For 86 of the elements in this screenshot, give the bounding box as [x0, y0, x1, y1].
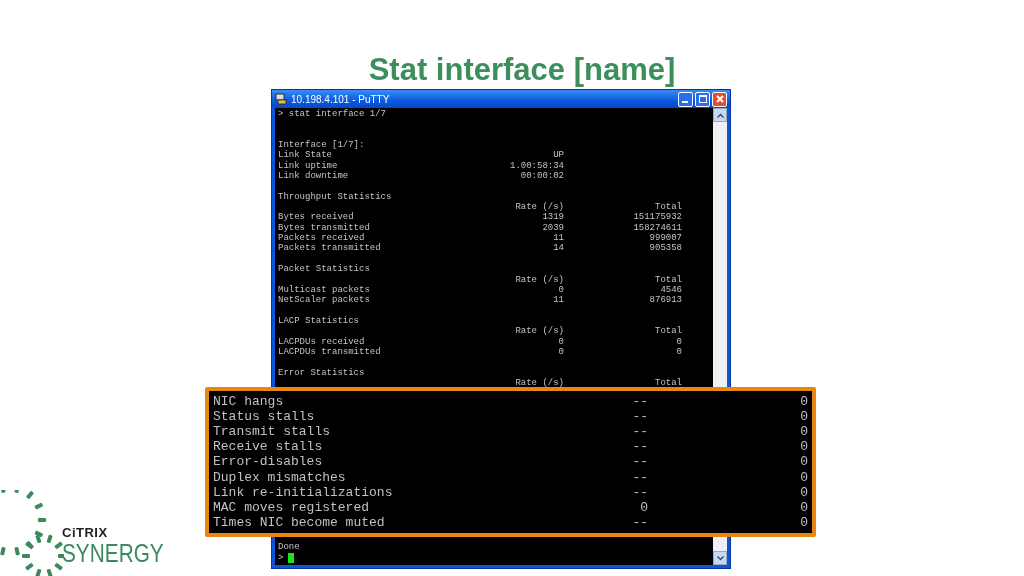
terminal-text: Error-disables — [213, 454, 324, 470]
terminal-text: Packets received — [278, 233, 365, 244]
terminal-text: Interface [1/7]: — [278, 140, 366, 151]
terminal-text: 2039 — [541, 222, 564, 234]
terminal-text: Error Statistics — [278, 367, 366, 378]
terminal-text: LACP Statistics — [278, 315, 360, 327]
terminal-text: -- — [631, 409, 648, 425]
terminal-text: LACPDUs received — [278, 336, 366, 347]
terminal-text: Transmit stalls — [213, 424, 332, 440]
terminal-text: -- — [631, 484, 648, 500]
terminal-text: MAC moves registered — [213, 499, 371, 515]
scroll-down-button[interactable] — [713, 551, 727, 565]
terminal-text: 0 — [557, 284, 564, 296]
slide-title: Stat interface [name] — [367, 52, 677, 88]
terminal-text: 1.00:58:34 — [509, 160, 564, 172]
text-cursor — [288, 552, 295, 563]
close-button[interactable] — [712, 91, 727, 107]
terminal-text: Link uptime — [278, 160, 339, 171]
terminal-text: Rate (/s) — [514, 377, 564, 389]
terminal-text: 0 — [557, 346, 564, 358]
terminal-text: Link State — [278, 150, 333, 161]
terminal-text: -- — [631, 469, 648, 485]
terminal-text: 11 — [552, 295, 564, 306]
terminal-text: 0 — [799, 484, 808, 500]
terminal-text: 0 — [639, 499, 648, 515]
scroll-up-button[interactable] — [713, 108, 727, 122]
terminal-text: 876913 — [648, 295, 682, 306]
terminal-text: 0 — [799, 514, 808, 530]
logo-text: CiTRIX — [62, 526, 109, 540]
terminal-text: 0 — [799, 394, 808, 410]
terminal-text: Total — [654, 326, 682, 337]
terminal-text: Done — [278, 542, 300, 553]
terminal-text: 0 — [799, 439, 808, 455]
terminal-text: 00:00:02 — [519, 171, 564, 182]
terminal-text: LACPDUs transmitted — [278, 346, 382, 358]
terminal-text: Bytes transmitted — [278, 222, 371, 233]
terminal-text: 158274611 — [632, 222, 682, 234]
terminal-text: 999007 — [648, 233, 682, 244]
terminal-text: Total — [654, 377, 682, 389]
computer-icon[interactable] — [275, 93, 287, 105]
terminal-text: 11 — [552, 233, 564, 244]
terminal-text: -- — [631, 514, 648, 530]
terminal-text: Rate (/s) — [514, 326, 564, 337]
terminal-text: Total — [654, 202, 682, 213]
terminal-text: 4546 — [659, 284, 682, 296]
terminal-text: Rate (/s) — [514, 202, 564, 213]
terminal-text: 0 — [799, 469, 808, 485]
terminal-text: -- — [631, 394, 648, 410]
terminal-text: 151175932 — [632, 212, 682, 223]
terminal-text: Receive stalls — [213, 439, 324, 455]
terminal-text: -- — [631, 454, 648, 470]
terminal-text: -- — [631, 424, 648, 440]
terminal-text: NetScaler packets — [278, 295, 371, 306]
terminal-text: Packet Statistics — [278, 264, 371, 275]
terminal-text: 14 — [552, 243, 564, 254]
command-line: > stat interface 1/7 — [278, 109, 388, 120]
terminal-text: Status stalls — [213, 409, 316, 425]
terminal-text: 0 — [557, 336, 564, 347]
terminal-text: 1319 — [541, 212, 564, 223]
terminal-text: 905358 — [648, 243, 682, 254]
terminal-text: 0 — [799, 424, 808, 440]
logo-text: SYNERGY — [62, 540, 164, 566]
terminal-text: Packets transmitted — [278, 243, 382, 254]
terminal-text: Link re-initializations — [213, 484, 394, 500]
terminal-text: -- — [631, 439, 648, 455]
close-icon — [715, 95, 724, 103]
terminal-text: NIC hangs — [213, 394, 285, 410]
terminal-text: 0 — [675, 336, 682, 347]
minimize-button[interactable] — [678, 91, 693, 107]
prompt: > — [278, 552, 284, 563]
terminal-text: Total — [654, 274, 682, 285]
terminal-text: Bytes received — [278, 212, 355, 223]
terminal-text: Rate (/s) — [514, 274, 564, 285]
maximize-button[interactable] — [695, 91, 710, 107]
maximize-icon — [698, 95, 707, 103]
terminal-text: Link downtime — [278, 171, 350, 182]
window-title: 10.198.4.101 - PuTTY — [291, 93, 390, 105]
terminal-text: 0 — [675, 346, 682, 358]
terminal-text: 0 — [799, 499, 808, 515]
terminal-text: Times NIC become muted — [213, 514, 386, 530]
terminal-text: 0 — [799, 409, 808, 425]
terminal-text: UP — [552, 150, 564, 161]
terminal-text: Multicast packets — [278, 284, 371, 295]
terminal-text: Throughput Statistics — [278, 191, 393, 203]
terminal-text: 0 — [799, 454, 808, 470]
terminal-text: Duplex mismatches — [213, 469, 347, 485]
